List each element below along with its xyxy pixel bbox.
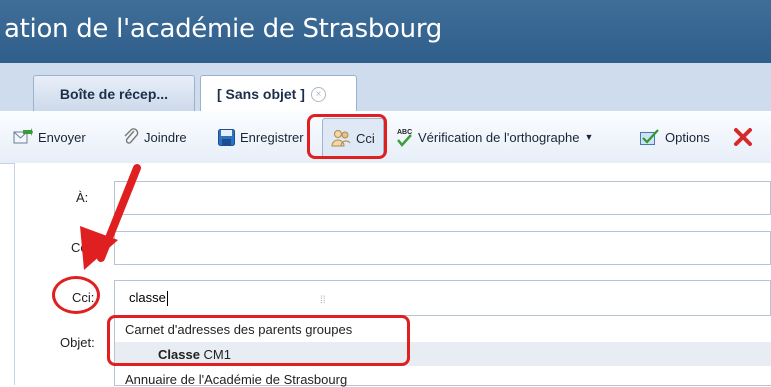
annotation-arrow [80,164,141,270]
